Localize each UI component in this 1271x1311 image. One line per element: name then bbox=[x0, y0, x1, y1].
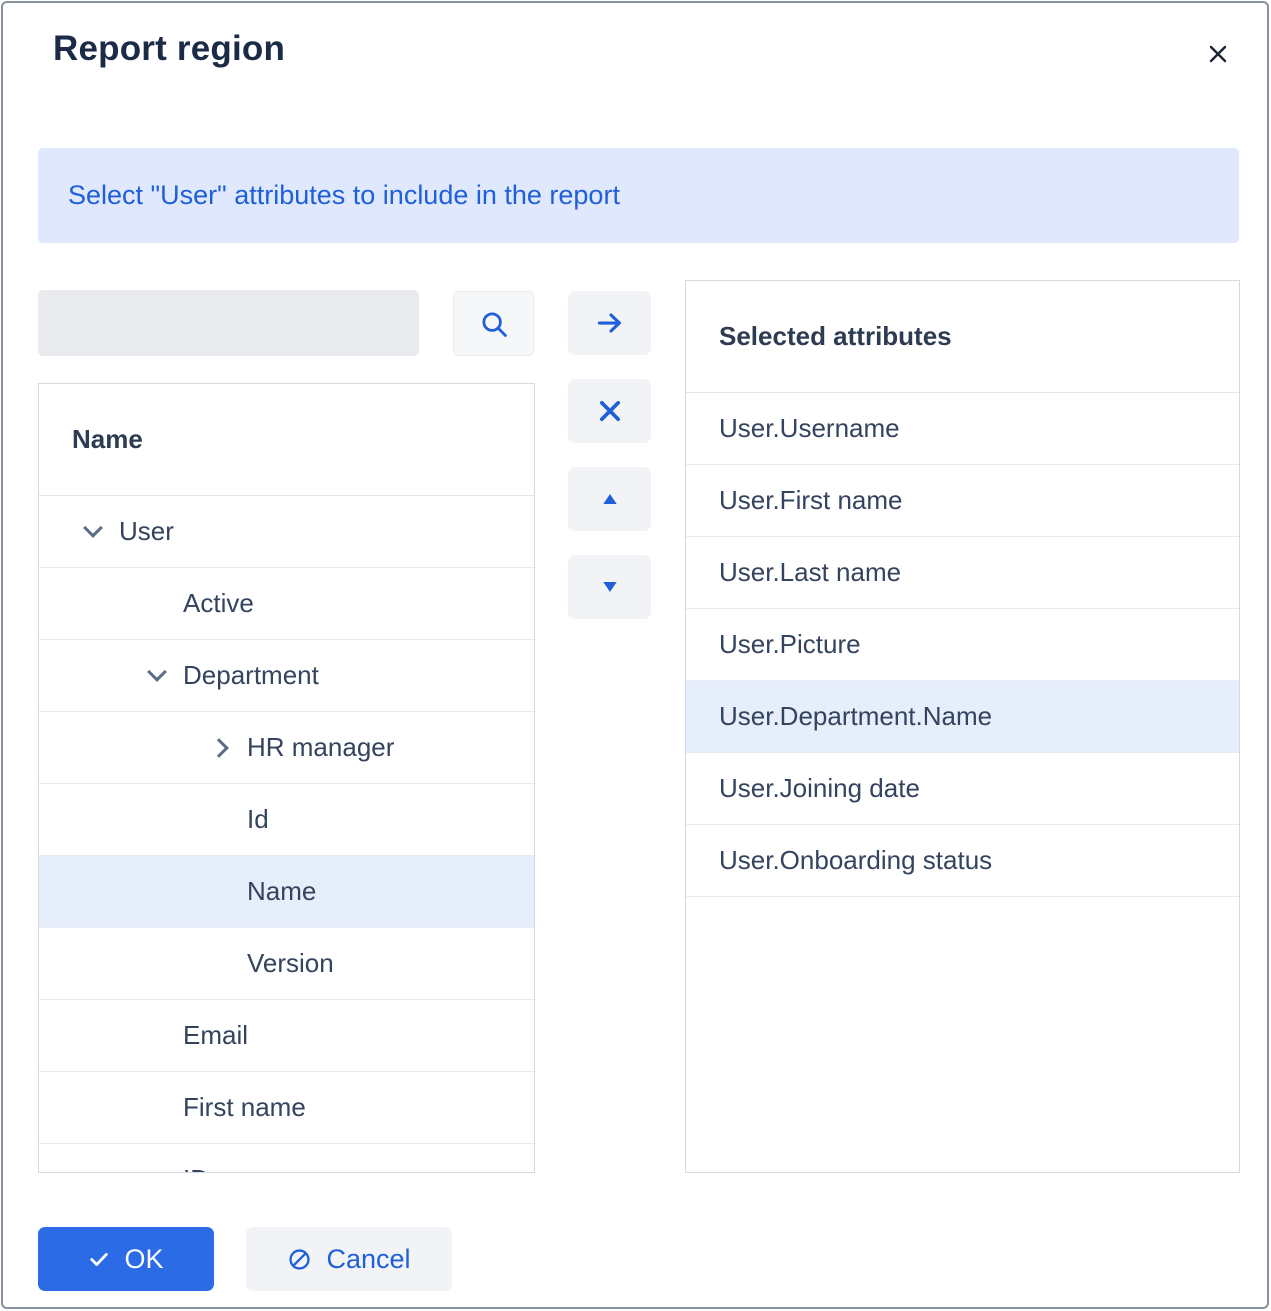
tree-item-label: First name bbox=[183, 1092, 306, 1123]
info-banner: Select "User" attributes to include in t… bbox=[38, 148, 1239, 243]
tree-item-id[interactable]: ID bbox=[39, 1144, 534, 1173]
tree-item-active[interactable]: Active bbox=[39, 568, 534, 640]
arrow-right-icon bbox=[593, 308, 627, 338]
selected-attribute-row[interactable]: User.First name bbox=[686, 465, 1239, 537]
selected-attribute-label: User.Last name bbox=[719, 557, 901, 588]
remove-attribute-button[interactable] bbox=[568, 379, 651, 443]
move-down-button[interactable] bbox=[568, 555, 651, 619]
selected-attribute-label: User.Picture bbox=[719, 629, 861, 660]
triangle-down-icon bbox=[600, 577, 620, 597]
selected-attribute-row[interactable]: User.Department.Name bbox=[686, 681, 1239, 753]
chevron-right-icon[interactable] bbox=[195, 712, 247, 783]
available-list: User Active Department HR manager Id Name Vers… bbox=[39, 496, 534, 1173]
tree-item-label: Version bbox=[247, 948, 334, 979]
available-attributes-header: Name bbox=[39, 384, 534, 496]
selected-attribute-row[interactable]: User.Joining date bbox=[686, 753, 1239, 825]
tree-item-label: Id bbox=[247, 804, 269, 835]
selected-attributes-panel: Selected attributes User.Username User.Fi… bbox=[685, 280, 1240, 1173]
selected-attribute-label: User.Department.Name bbox=[719, 701, 992, 732]
selected-attributes-header: Selected attributes bbox=[686, 281, 1239, 393]
tree-item-first-name[interactable]: First name bbox=[39, 1072, 534, 1144]
chevron-spacer bbox=[131, 1072, 183, 1143]
chevron-spacer bbox=[131, 1144, 183, 1173]
tree-item-user[interactable]: User bbox=[39, 496, 534, 568]
tree-item-email[interactable]: Email bbox=[39, 1000, 534, 1072]
selected-attribute-label: User.Username bbox=[719, 413, 900, 444]
tree-item-label: User bbox=[119, 516, 174, 547]
chevron-down-icon[interactable] bbox=[131, 640, 183, 711]
tree-item-department[interactable]: Department bbox=[39, 640, 534, 712]
chevron-spacer bbox=[195, 856, 247, 927]
close-button[interactable] bbox=[1197, 33, 1239, 75]
selected-attribute-row[interactable]: User.Username bbox=[686, 393, 1239, 465]
tree-item-label: Email bbox=[183, 1020, 248, 1051]
available-attributes-panel: Name User Active Department HR manager Id Nam… bbox=[38, 383, 535, 1173]
selected-attribute-label: User.Onboarding status bbox=[719, 845, 992, 876]
search-button[interactable] bbox=[453, 291, 534, 356]
tree-item-label: HR manager bbox=[247, 732, 394, 763]
search-icon bbox=[478, 308, 510, 340]
triangle-up-icon bbox=[600, 489, 620, 509]
tree-item-hr-manager[interactable]: HR manager bbox=[39, 712, 534, 784]
report-region-dialog: Report region Select "User" attributes t… bbox=[1, 1, 1269, 1309]
check-icon bbox=[88, 1248, 110, 1270]
chevron-spacer bbox=[131, 568, 183, 639]
close-icon bbox=[1206, 42, 1230, 66]
search-input[interactable] bbox=[38, 290, 419, 356]
x-icon bbox=[596, 397, 624, 425]
chevron-spacer bbox=[195, 928, 247, 999]
chevron-spacer bbox=[131, 1000, 183, 1071]
selected-attribute-row[interactable]: User.Picture bbox=[686, 609, 1239, 681]
cancel-button-label: Cancel bbox=[326, 1244, 410, 1275]
selected-attribute-label: User.First name bbox=[719, 485, 903, 516]
selected-attribute-label: User.Joining date bbox=[719, 773, 920, 804]
dialog-title: Report region bbox=[53, 29, 285, 69]
tree-item-version[interactable]: Version bbox=[39, 928, 534, 1000]
selected-list: User.Username User.First name User.Last na… bbox=[686, 393, 1239, 897]
info-banner-text: Select "User" attributes to include in t… bbox=[68, 180, 620, 211]
ban-icon bbox=[287, 1247, 312, 1272]
tree-item-label: ID bbox=[183, 1164, 209, 1173]
chevron-down-icon[interactable] bbox=[67, 496, 119, 567]
add-attribute-button[interactable] bbox=[568, 291, 651, 355]
tree-item-name[interactable]: Name bbox=[39, 856, 534, 928]
tree-item-label: Name bbox=[247, 876, 316, 907]
chevron-spacer bbox=[195, 784, 247, 855]
tree-item-label: Active bbox=[183, 588, 254, 619]
tree-item-label: Department bbox=[183, 660, 319, 691]
selected-attribute-row[interactable]: User.Onboarding status bbox=[686, 825, 1239, 897]
selected-attribute-row[interactable]: User.Last name bbox=[686, 537, 1239, 609]
move-up-button[interactable] bbox=[568, 467, 651, 531]
ok-button-label: OK bbox=[124, 1244, 163, 1275]
cancel-button[interactable]: Cancel bbox=[246, 1227, 452, 1291]
tree-item-id[interactable]: Id bbox=[39, 784, 534, 856]
ok-button[interactable]: OK bbox=[38, 1227, 214, 1291]
